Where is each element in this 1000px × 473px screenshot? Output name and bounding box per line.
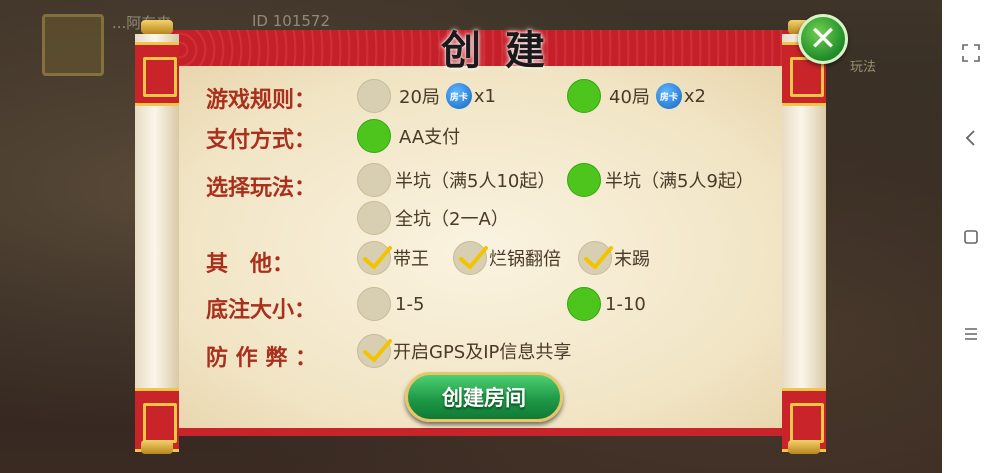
radio-button[interactable] bbox=[357, 287, 391, 321]
background-side-label: 玩法 bbox=[850, 60, 877, 75]
scroll-bottom-band bbox=[160, 428, 798, 436]
checkbox-checked[interactable] bbox=[453, 241, 488, 275]
rules-option-20[interactable]: 20局 房卡 x1 bbox=[357, 78, 496, 114]
option-label: 末踢 bbox=[614, 249, 650, 270]
player-avatar bbox=[42, 14, 104, 76]
checkmark-icon bbox=[363, 246, 392, 269]
other-label: 其 他： bbox=[206, 252, 295, 277]
rules-label: 游戏规则： bbox=[206, 88, 317, 113]
base-bet-option-1-10[interactable]: 1-10 bbox=[567, 286, 646, 322]
anti-cheat-option-gps[interactable]: 开启GPS及IP信息共享 bbox=[357, 333, 571, 369]
option-label: AA支付 bbox=[399, 127, 461, 148]
rules-option-40[interactable]: 40局 房卡 x2 bbox=[567, 78, 706, 114]
payment-option-aa[interactable]: AA支付 bbox=[357, 118, 460, 154]
option-label: 半坑（满5人10起） bbox=[395, 171, 556, 192]
checkmark-icon bbox=[363, 339, 392, 362]
mode-option-half-10[interactable]: 半坑（满5人10起） bbox=[357, 162, 555, 198]
option-label: 20局 bbox=[399, 87, 440, 108]
other-option-double[interactable]: 烂锅翻倍 bbox=[453, 240, 561, 276]
mode-option-full[interactable]: 全坑（2一A） bbox=[357, 200, 509, 236]
checkbox-checked[interactable] bbox=[357, 334, 392, 368]
checkbox-checked[interactable] bbox=[578, 241, 613, 275]
menu-icon[interactable] bbox=[958, 321, 984, 347]
back-icon[interactable] bbox=[958, 125, 984, 151]
radio-button-selected[interactable] bbox=[567, 287, 601, 321]
left-scroll-roller bbox=[135, 20, 179, 455]
close-button[interactable]: ✕ bbox=[798, 14, 848, 64]
option-label: 带王 bbox=[393, 249, 429, 270]
system-nav-bar bbox=[942, 0, 1000, 473]
base-bet-option-1-5[interactable]: 1-5 bbox=[357, 286, 424, 322]
option-label: 烂锅翻倍 bbox=[489, 249, 561, 270]
dialog-title: 创建 bbox=[441, 27, 569, 74]
radio-button[interactable] bbox=[357, 79, 391, 113]
right-scroll-roller bbox=[782, 20, 826, 455]
player-id: ID 101572 bbox=[252, 12, 331, 30]
card-multiplier: x2 bbox=[683, 85, 707, 107]
anti-cheat-label: 防 作 弊 ： bbox=[206, 346, 317, 371]
radio-button[interactable] bbox=[357, 163, 391, 197]
radio-button[interactable] bbox=[357, 201, 391, 235]
room-card-icon: 房卡 bbox=[655, 83, 682, 109]
base-bet-label: 底注大小： bbox=[206, 298, 317, 323]
home-icon[interactable] bbox=[958, 224, 984, 250]
radio-button-selected[interactable] bbox=[357, 119, 391, 153]
checkmark-icon bbox=[584, 246, 613, 269]
option-label: 全坑（2一A） bbox=[395, 209, 509, 230]
other-option-wang[interactable]: 带王 bbox=[357, 240, 429, 276]
option-label: 40局 bbox=[609, 87, 650, 108]
payment-label: 支付方式： bbox=[206, 128, 317, 153]
checkbox-checked[interactable] bbox=[357, 241, 392, 275]
checkmark-icon bbox=[459, 246, 488, 269]
option-label: 半坑（满5人9起） bbox=[605, 171, 754, 192]
room-card-icon: 房卡 bbox=[445, 83, 472, 109]
card-multiplier: x1 bbox=[473, 85, 497, 107]
option-label: 1-10 bbox=[605, 293, 646, 315]
mode-option-half-9[interactable]: 半坑（满5人9起） bbox=[567, 162, 754, 198]
radio-button-selected[interactable] bbox=[567, 163, 601, 197]
radio-button-selected[interactable] bbox=[567, 79, 601, 113]
option-label: 开启GPS及IP信息共享 bbox=[393, 342, 572, 363]
other-option-moti[interactable]: 末踢 bbox=[578, 240, 650, 276]
option-label: 1-5 bbox=[395, 293, 425, 315]
screenshot-icon[interactable] bbox=[958, 40, 984, 66]
mode-label: 选择玩法： bbox=[206, 176, 317, 201]
create-room-button[interactable]: 创建房间 bbox=[405, 372, 563, 422]
